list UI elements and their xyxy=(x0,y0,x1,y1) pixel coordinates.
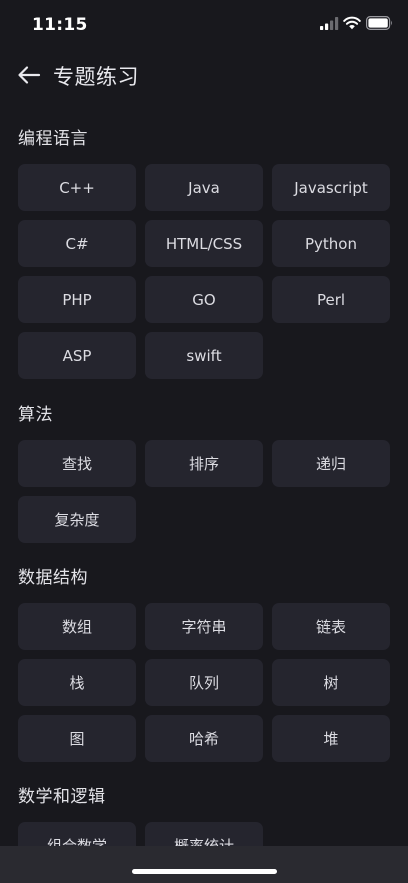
tile-heap[interactable]: 堆 xyxy=(272,715,390,762)
back-button[interactable] xyxy=(14,60,44,90)
bottom-bar xyxy=(0,846,408,883)
tile-python[interactable]: Python xyxy=(272,220,390,267)
tile-go[interactable]: GO xyxy=(145,276,263,323)
section-title-math-logic: 数学和逻辑 xyxy=(18,787,106,807)
tile-perl[interactable]: Perl xyxy=(272,276,390,323)
tile-graph[interactable]: 图 xyxy=(18,715,136,762)
tile-html-css[interactable]: HTML/CSS xyxy=(145,220,263,267)
tile-sort[interactable]: 排序 xyxy=(145,440,263,487)
tile-javascript[interactable]: Javascript xyxy=(272,164,390,211)
tile-stack[interactable]: 栈 xyxy=(18,659,136,706)
tile-queue[interactable]: 队列 xyxy=(145,659,263,706)
tile-array[interactable]: 数组 xyxy=(18,603,136,650)
tile-php[interactable]: PHP xyxy=(18,276,136,323)
tile-linked-list[interactable]: 链表 xyxy=(272,603,390,650)
wifi-icon xyxy=(343,16,361,30)
screen: 11:15 专题练习 编程语言 C++ Java Javascript C# H… xyxy=(0,0,408,883)
tile-string[interactable]: 字符串 xyxy=(145,603,263,650)
grid-data-structures: 数组 字符串 链表 栈 队列 树 图 哈希 堆 xyxy=(18,603,390,762)
header: 专题练习 xyxy=(0,52,408,98)
status-bar: 11:15 xyxy=(0,0,408,50)
section-title-data-structures: 数据结构 xyxy=(18,568,88,588)
tile-hash[interactable]: 哈希 xyxy=(145,715,263,762)
section-title-programming-languages: 编程语言 xyxy=(18,129,88,149)
tile-java[interactable]: Java xyxy=(145,164,263,211)
tile-csharp[interactable]: C# xyxy=(18,220,136,267)
section-title-algorithms: 算法 xyxy=(18,405,53,425)
home-indicator[interactable] xyxy=(132,869,277,874)
tile-asp[interactable]: ASP xyxy=(18,332,136,379)
status-time: 11:15 xyxy=(32,15,88,35)
tile-recursion[interactable]: 递归 xyxy=(272,440,390,487)
arrow-left-icon xyxy=(18,66,41,84)
grid-algorithms: 查找 排序 递归 复杂度 xyxy=(18,440,390,543)
page-title: 专题练习 xyxy=(53,65,139,89)
tile-cpp[interactable]: C++ xyxy=(18,164,136,211)
grid-programming-languages: C++ Java Javascript C# HTML/CSS Python P… xyxy=(18,164,390,379)
tile-tree[interactable]: 树 xyxy=(272,659,390,706)
signal-icon xyxy=(320,17,339,30)
tile-complexity[interactable]: 复杂度 xyxy=(18,496,136,543)
battery-icon xyxy=(366,16,392,30)
tile-swift[interactable]: swift xyxy=(145,332,263,379)
tile-search[interactable]: 查找 xyxy=(18,440,136,487)
